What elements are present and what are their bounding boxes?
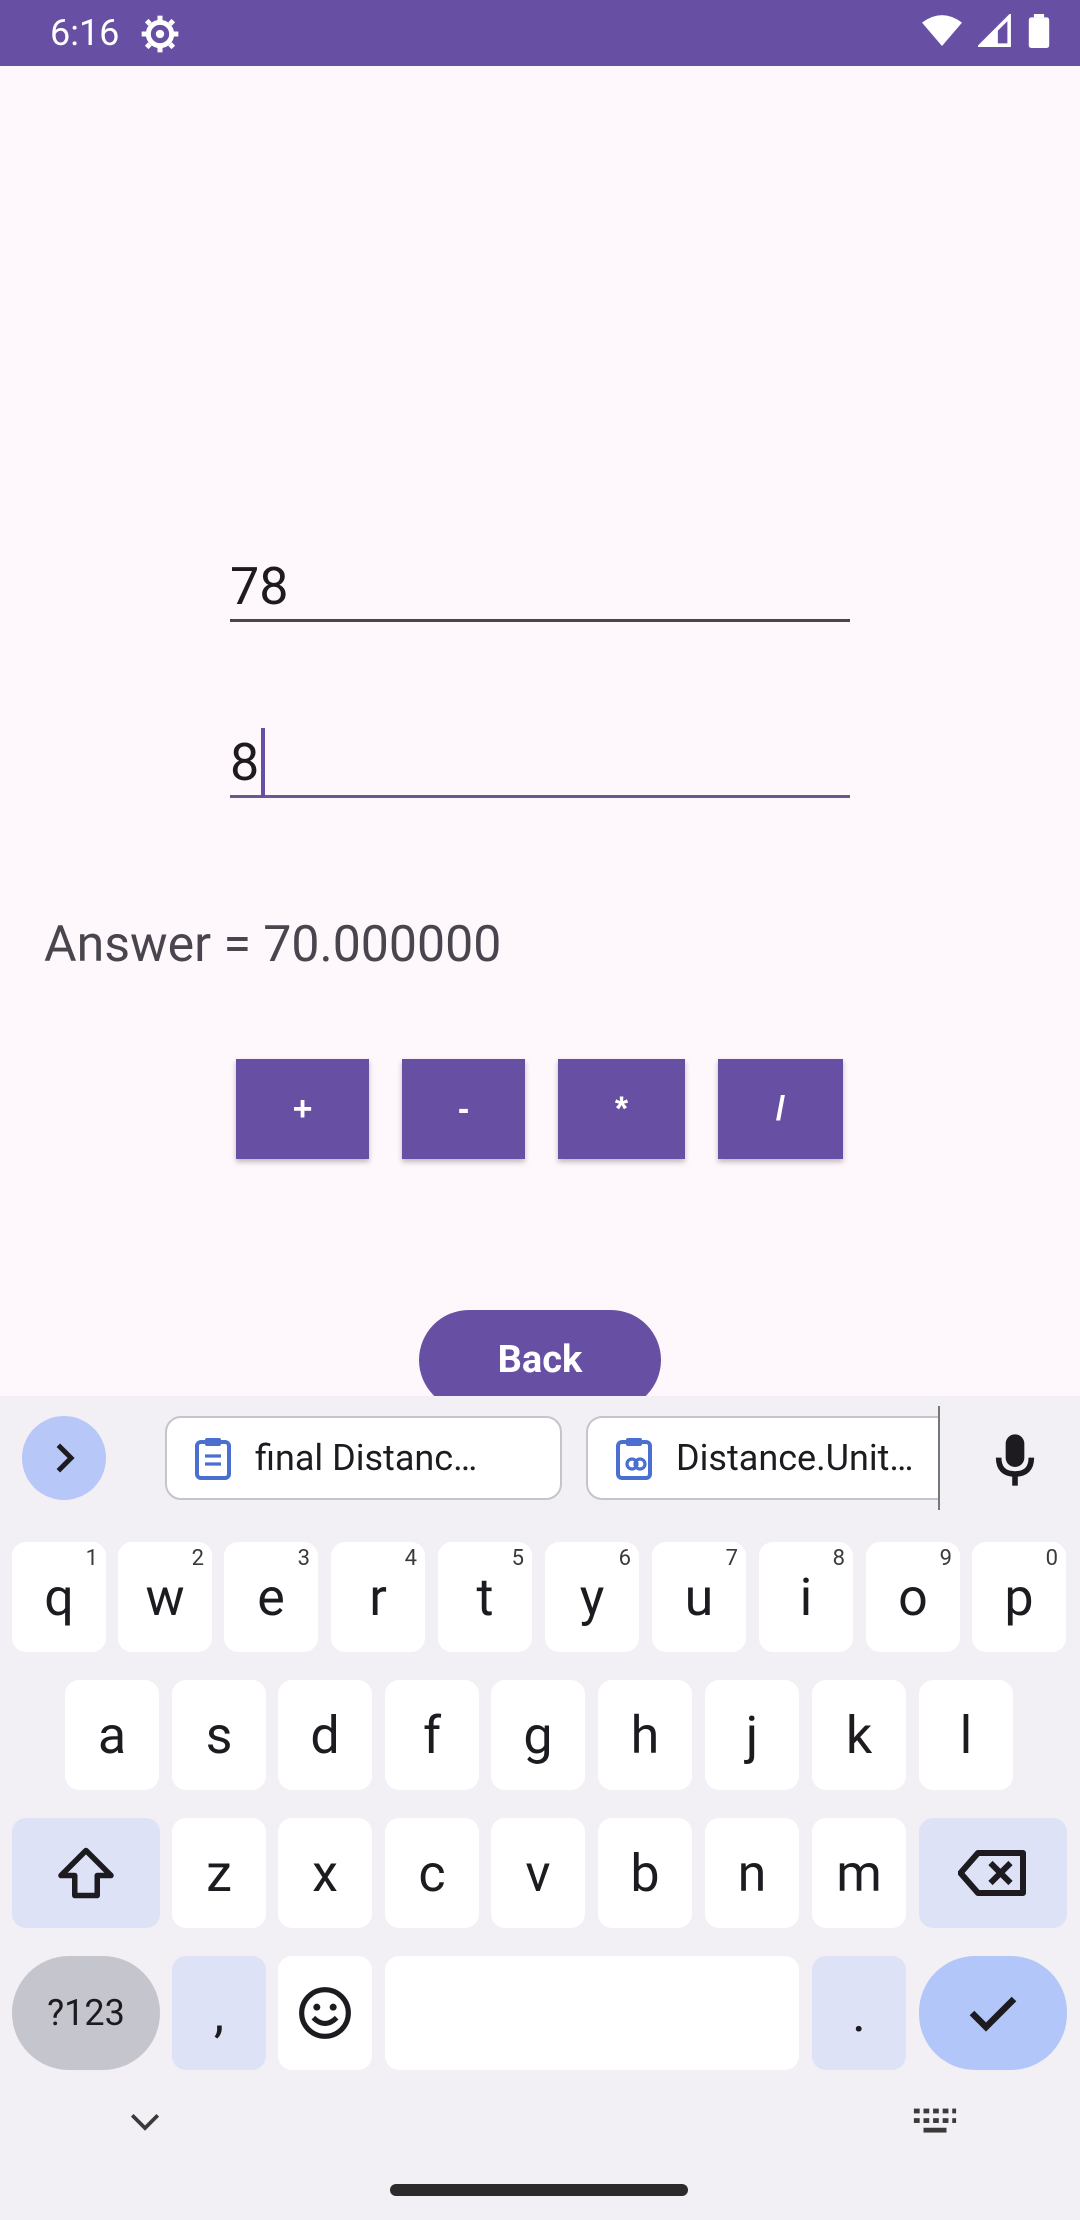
key-f[interactable]: f <box>385 1680 479 1790</box>
key-letter: w <box>145 1566 185 1628</box>
status-time: 6:16 <box>50 12 120 54</box>
key-w[interactable]: w2 <box>118 1542 212 1652</box>
second-number-input[interactable]: 8 <box>230 728 850 798</box>
key-letter: o <box>898 1566 928 1628</box>
key-l[interactable]: l <box>919 1680 1013 1790</box>
key-c[interactable]: c <box>385 1818 479 1928</box>
add-button[interactable]: + <box>236 1059 369 1159</box>
battery-icon <box>1028 14 1050 48</box>
backspace-key[interactable] <box>919 1818 1067 1928</box>
key-m[interactable]: m <box>812 1818 906 1928</box>
key-o[interactable]: o9 <box>866 1542 960 1652</box>
key-letter: e <box>257 1566 285 1628</box>
divide-button[interactable]: / <box>718 1059 843 1159</box>
key-p[interactable]: p0 <box>972 1542 1066 1652</box>
key-number-hint: 5 <box>511 1546 524 1571</box>
suggestion-text: final Distanc… <box>255 1437 478 1479</box>
emoji-key[interactable] <box>278 1956 372 2070</box>
key-number-hint: 6 <box>618 1546 631 1571</box>
multiply-button[interactable]: * <box>558 1059 685 1159</box>
key-r[interactable]: r4 <box>331 1542 425 1652</box>
key-d[interactable]: d <box>278 1680 372 1790</box>
key-letter: p <box>1004 1566 1034 1628</box>
key-z[interactable]: z <box>172 1818 266 1928</box>
subtract-button[interactable]: - <box>402 1059 525 1159</box>
key-k[interactable]: k <box>812 1680 906 1790</box>
symbols-key[interactable]: ?123 <box>12 1956 160 2070</box>
home-gesture-pill[interactable] <box>390 2184 688 2196</box>
shift-arrow-icon <box>58 1847 114 1899</box>
calculator-screen: 78 8 Answer = 70.000000 + - * / Back <box>0 66 1080 1410</box>
key-number-hint: 7 <box>725 1546 738 1571</box>
clipboard-icon <box>195 1438 231 1480</box>
status-icons <box>922 14 1050 48</box>
expand-suggestions-button[interactable] <box>22 1416 106 1500</box>
key-number-hint: 4 <box>404 1546 417 1571</box>
second-number-value: 8 <box>230 732 260 793</box>
text-cursor <box>261 728 266 798</box>
key-letter: t <box>476 1566 494 1628</box>
key-x[interactable]: x <box>278 1818 372 1928</box>
chevron-right-icon <box>56 1443 75 1473</box>
key-number-hint: 8 <box>832 1546 845 1571</box>
navigation-bar <box>0 2100 1080 2220</box>
key-letter: q <box>44 1566 74 1628</box>
emoji-icon <box>299 1987 351 2039</box>
back-button[interactable]: Back <box>419 1310 661 1410</box>
cell-signal-icon <box>978 14 1011 47</box>
suggestion-text: Distance.Unit… <box>676 1437 914 1479</box>
key-u[interactable]: u7 <box>652 1542 746 1652</box>
soft-keyboard: final Distanc… Distance.Unit… q1 w2 e3 r… <box>0 1396 1080 2220</box>
shift-key[interactable] <box>12 1818 160 1928</box>
key-g[interactable]: g <box>491 1680 585 1790</box>
key-y[interactable]: y6 <box>545 1542 639 1652</box>
key-letter: i <box>799 1566 813 1628</box>
key-a[interactable]: a <box>65 1680 159 1790</box>
key-number-hint: 3 <box>297 1546 310 1571</box>
key-s[interactable]: s <box>172 1680 266 1790</box>
space-key[interactable] <box>385 1956 799 2070</box>
status-bar: 6:16 <box>0 0 1080 66</box>
first-number-input[interactable]: 78 <box>230 552 850 622</box>
clipboard-suggestion-1[interactable]: final Distanc… <box>165 1416 562 1500</box>
keyboard-switch-icon[interactable] <box>912 2106 958 2138</box>
settings-gear-icon <box>141 15 179 53</box>
key-j[interactable]: j <box>705 1680 799 1790</box>
wifi-icon <box>922 15 962 46</box>
key-number-hint: 0 <box>1045 1546 1058 1571</box>
key-number-hint: 1 <box>85 1546 98 1571</box>
key-t[interactable]: t5 <box>438 1542 532 1652</box>
key-v[interactable]: v <box>491 1818 585 1928</box>
key-letter: y <box>579 1566 605 1628</box>
key-letter: r <box>369 1566 387 1628</box>
key-number-hint: 2 <box>191 1546 204 1571</box>
key-h[interactable]: h <box>598 1680 692 1790</box>
key-number-hint: 9 <box>939 1546 952 1571</box>
comma-key[interactable]: , <box>172 1956 266 2070</box>
key-n[interactable]: n <box>705 1818 799 1928</box>
key-q[interactable]: q1 <box>12 1542 106 1652</box>
hide-keyboard-chevron-icon[interactable] <box>128 2110 162 2132</box>
clipboard-suggestion-2[interactable]: Distance.Unit… <box>586 1416 938 1500</box>
backspace-icon <box>958 1850 1026 1896</box>
checkmark-icon <box>969 1996 1017 2032</box>
microphone-icon[interactable] <box>990 1432 1040 1488</box>
key-letter: u <box>684 1566 714 1628</box>
key-e[interactable]: e3 <box>224 1542 318 1652</box>
clipboard-link-icon <box>616 1438 652 1480</box>
answer-text: Answer = 70.000000 <box>44 916 502 974</box>
enter-key[interactable] <box>919 1956 1067 2070</box>
suggestion-divider <box>938 1406 940 1510</box>
key-i[interactable]: i8 <box>759 1542 853 1652</box>
period-key[interactable]: . <box>812 1956 906 2070</box>
key-b[interactable]: b <box>598 1818 692 1928</box>
first-number-value: 78 <box>230 556 289 617</box>
